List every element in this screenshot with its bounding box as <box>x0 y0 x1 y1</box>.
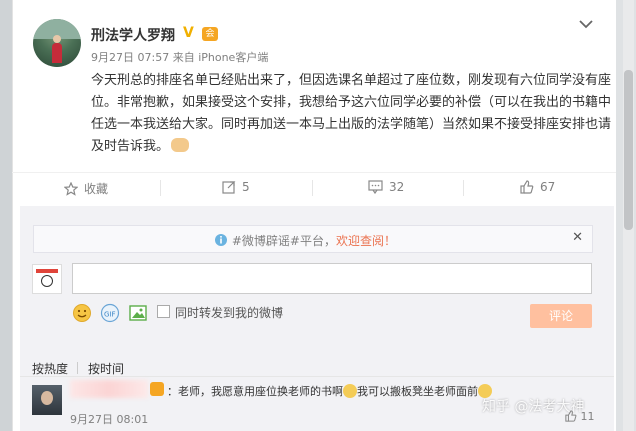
rumor-tag[interactable]: #微博辟谣#平台， <box>232 234 336 248</box>
comment-icon <box>368 180 383 194</box>
my-avatar[interactable] <box>32 264 62 294</box>
shocked-emoji-icon <box>343 384 357 398</box>
favorite-label: 收藏 <box>84 182 109 196</box>
rumor-notice: #微博辟谣#平台，欢迎查阅！ ✕ <box>33 225 593 253</box>
submit-comment-button[interactable]: 评论 <box>530 304 592 328</box>
comment-button[interactable]: 32 <box>368 180 404 198</box>
emoji-smiley-icon[interactable] <box>72 303 92 323</box>
comment-text: ：老师，我愿意用座位换老师的书啊 我可以搬板凳坐老师面前 <box>167 383 492 399</box>
repost-icon <box>222 181 236 194</box>
commenter-name-redacted <box>70 380 148 398</box>
handshake-emoji-icon <box>171 138 190 152</box>
like-button[interactable]: 67 <box>520 180 555 198</box>
repost-checkbox[interactable] <box>157 305 170 318</box>
author-avatar[interactable] <box>33 19 81 67</box>
comment-count: 32 <box>389 180 405 194</box>
vip-badge-icon <box>150 382 164 396</box>
comment-text-part-1: ：老师，我愿意用座位换老师的书啊 <box>167 385 343 398</box>
post-meta: 9月27日 07:57 来自 iPhone客户端 <box>91 49 268 65</box>
left-background <box>0 0 12 431</box>
chevron-down-icon[interactable] <box>578 18 594 30</box>
post-body: 今天刑总的排座名单已经贴出来了，但因选课名单超过了座位数，刚发现有六位同学没有座… <box>91 73 612 154</box>
zhihu-watermark: 知乎 @法考大神 <box>482 399 585 415</box>
rumor-link[interactable]: 欢迎查阅！ <box>336 234 396 248</box>
post-time[interactable]: 9月27日 07:57 <box>91 51 169 64</box>
repost-button[interactable]: 5 <box>222 180 250 198</box>
gif-icon[interactable]: GIF <box>100 303 120 323</box>
post-source: 来自 iPhone客户端 <box>172 51 269 64</box>
verified-v-icon[interactable]: V <box>183 25 199 41</box>
author-name[interactable]: 刑法学人罗翔 <box>91 25 175 45</box>
commenter-avatar[interactable] <box>32 385 62 415</box>
divider <box>77 362 78 374</box>
svg-text:GIF: GIF <box>104 311 116 319</box>
star-icon <box>64 182 78 196</box>
divider <box>312 180 313 196</box>
image-icon[interactable] <box>128 303 148 323</box>
divider <box>160 180 161 196</box>
repost-checkbox-label: 同时转发到我的微博 <box>175 306 284 320</box>
comment-time: 9月27日 08:01 <box>70 413 149 426</box>
like-count: 67 <box>540 180 556 194</box>
thumbs-up-icon <box>520 180 534 194</box>
scrollbar-thumb[interactable] <box>624 70 633 230</box>
vip-badge-icon[interactable]: 会 <box>202 27 218 41</box>
comment-input[interactable] <box>72 263 592 294</box>
divider <box>463 180 464 196</box>
comment-text-part-2: 我可以搬板凳坐老师面前 <box>357 385 478 398</box>
favorite-button[interactable]: 收藏 <box>64 180 108 198</box>
repost-count: 5 <box>242 180 250 194</box>
notice-info-icon: #微博辟谣#平台，欢迎查阅！ <box>214 232 396 249</box>
sort-by-time[interactable]: 按时间 <box>88 360 124 377</box>
post-text: 今天刑总的排座名单已经贴出来了，但因选课名单超过了座位数，刚发现有六位同学没有座… <box>91 70 611 158</box>
close-icon[interactable]: ✕ <box>572 230 583 245</box>
sort-by-hot[interactable]: 按热度 <box>32 360 68 377</box>
